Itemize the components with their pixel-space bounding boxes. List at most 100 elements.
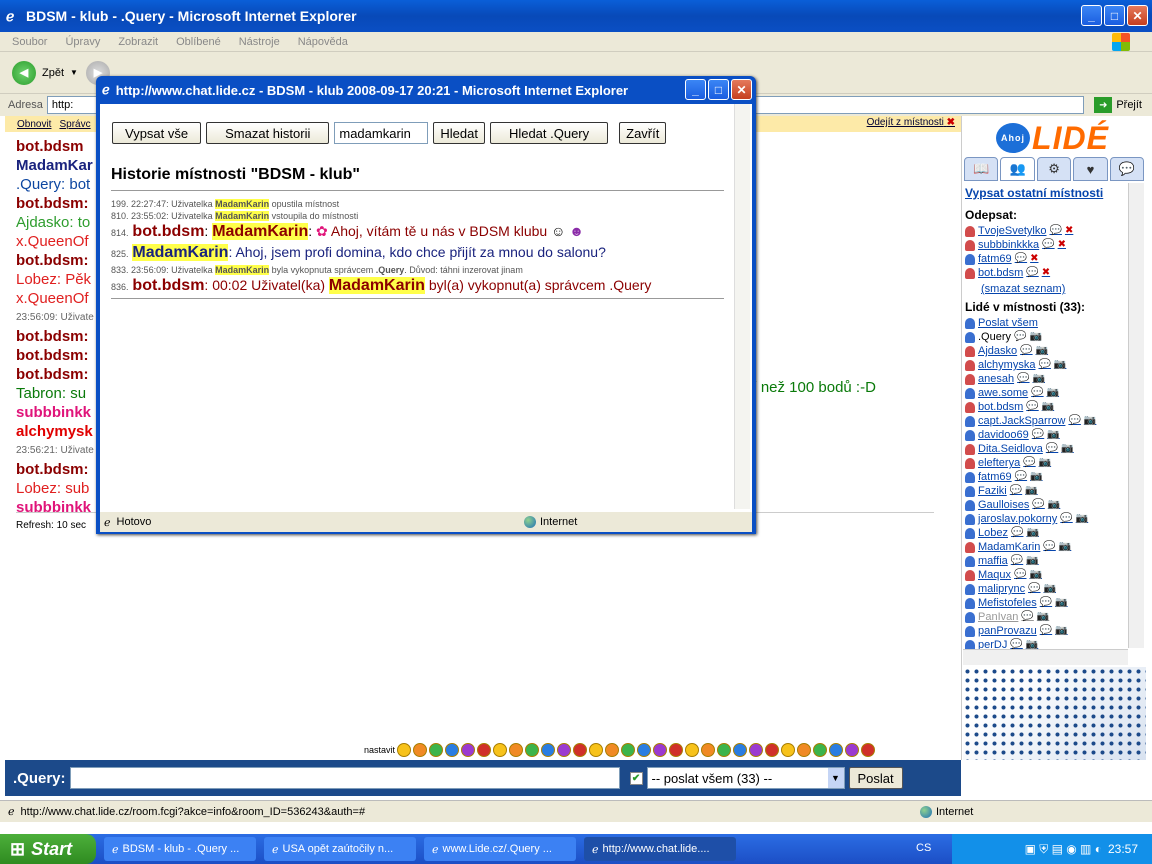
chat-bubble-icon[interactable]: 💬 xyxy=(1040,596,1052,610)
chat-bubble-icon[interactable]: 💬 xyxy=(1015,252,1027,266)
camera-icon[interactable]: 📷 xyxy=(1055,596,1067,610)
chat-bubble-icon[interactable]: 💬 xyxy=(1032,428,1044,442)
remove-x-icon[interactable]: ✖ xyxy=(1030,252,1038,266)
smiley-icon[interactable] xyxy=(509,743,524,757)
room-user[interactable]: MadamKarin 💬 📷 xyxy=(965,540,1125,554)
room-user[interactable]: capt.JackSparrow 💬 📷 xyxy=(965,414,1125,428)
chat-bubble-icon[interactable]: 💬 xyxy=(1038,358,1050,372)
odepsat-user[interactable]: bot.bdsm 💬 ✖ xyxy=(965,266,1125,280)
leave-room-link[interactable]: Odejít z místnosti ✖ xyxy=(867,117,955,128)
recipient-select[interactable]: -- poslat všem (33) -- ▼ xyxy=(646,767,845,789)
taskbar-item[interactable]: ℯ BDSM - klub - .Query ... xyxy=(104,837,256,861)
smiley-icon[interactable] xyxy=(429,743,444,757)
camera-icon[interactable]: 📷 xyxy=(1061,442,1073,456)
chat-bubble-icon[interactable]: 💬 xyxy=(1014,568,1026,582)
go-button[interactable]: ➜ Přejít xyxy=(1094,97,1142,113)
room-user[interactable]: fatm69 💬 📷 xyxy=(965,470,1125,484)
camera-icon[interactable]: 📷 xyxy=(1059,540,1071,554)
camera-icon[interactable]: 📷 xyxy=(1033,372,1045,386)
room-user[interactable]: awe.some 💬 📷 xyxy=(965,386,1125,400)
camera-icon[interactable]: 📷 xyxy=(1042,400,1054,414)
chat-bubble-icon[interactable]: 💬 xyxy=(1010,484,1022,498)
camera-icon[interactable]: 📷 xyxy=(1084,414,1096,428)
smiley-icon[interactable] xyxy=(813,743,828,757)
smiley-icon[interactable] xyxy=(701,743,716,757)
room-user[interactable]: elefterya 💬 📷 xyxy=(965,456,1125,470)
tab-book-icon[interactable]: 📖 xyxy=(964,157,999,181)
chat-bubble-icon[interactable]: 💬 xyxy=(1049,224,1061,238)
history-search-input[interactable]: madamkarin xyxy=(334,122,429,144)
smiley-icon[interactable] xyxy=(541,743,556,757)
language-indicator[interactable]: CS xyxy=(916,842,931,854)
room-user[interactable]: Faziki 💬 📷 xyxy=(965,484,1125,498)
taskbar-item[interactable]: ℯ USA opět zaútočily n... xyxy=(264,837,416,861)
room-user[interactable]: maliprync 💬 📷 xyxy=(965,582,1125,596)
odepsat-user[interactable]: fatm69 💬 ✖ xyxy=(965,252,1125,266)
menu-help[interactable]: Nápověda xyxy=(298,36,348,48)
chat-bubble-icon[interactable]: 💬 xyxy=(1011,554,1023,568)
camera-icon[interactable]: 📷 xyxy=(1039,456,1051,470)
smiley-icon[interactable] xyxy=(637,743,652,757)
camera-icon[interactable]: 📷 xyxy=(1055,624,1067,638)
show-all-button[interactable]: Vypsat vše xyxy=(112,122,202,144)
camera-icon[interactable]: 📷 xyxy=(1026,526,1038,540)
room-user[interactable]: alchymyska 💬 📷 xyxy=(965,358,1125,372)
camera-icon[interactable]: 📷 xyxy=(1029,330,1041,344)
chat-bubble-icon[interactable]: 💬 xyxy=(1043,540,1055,554)
chat-bubble-icon[interactable]: 💬 xyxy=(1014,330,1026,344)
smiley-icon[interactable] xyxy=(477,743,492,757)
room-user[interactable]: Ajdasko 💬 📷 xyxy=(965,344,1125,358)
smiley-icon[interactable] xyxy=(845,743,860,757)
taskbar-item[interactable]: ℯ http://www.chat.lide.... xyxy=(584,837,736,861)
odepsat-user[interactable]: TvojeSvetylko 💬 ✖ xyxy=(965,224,1125,238)
close-button[interactable]: ✕ xyxy=(1127,5,1148,26)
smiley-icon[interactable] xyxy=(797,743,812,757)
popup-maximize-button[interactable]: □ xyxy=(708,79,729,100)
chat-bubble-icon[interactable]: 💬 xyxy=(1040,624,1052,638)
camera-icon[interactable]: 📷 xyxy=(1044,582,1056,596)
camera-icon[interactable]: 📷 xyxy=(1047,428,1059,442)
chat-bubble-icon[interactable]: 💬 xyxy=(1023,456,1035,470)
smiley-icon[interactable] xyxy=(445,743,460,757)
room-user[interactable]: PanIvan 💬 📷 xyxy=(965,610,1125,624)
tab-heart-icon[interactable]: ♥ xyxy=(1073,157,1108,181)
camera-icon[interactable]: 📷 xyxy=(1054,358,1066,372)
chat-bubble-icon[interactable]: 💬 xyxy=(1060,512,1072,526)
chat-bubble-icon[interactable]: 💬 xyxy=(1032,498,1044,512)
chat-bubble-icon[interactable]: 💬 xyxy=(1026,266,1038,280)
chat-bubble-icon[interactable]: 💬 xyxy=(1068,414,1080,428)
refresh-link[interactable]: Obnovit xyxy=(17,119,51,130)
room-user[interactable]: Mefistofeles 💬 📷 xyxy=(965,596,1125,610)
chat-bubble-icon[interactable]: 💬 xyxy=(1020,344,1032,358)
other-rooms-link[interactable]: Vypsat ostatní místnosti xyxy=(965,186,1125,200)
admin-link[interactable]: Správc xyxy=(59,119,90,130)
smileys-settings-link[interactable]: nastavit xyxy=(364,745,395,755)
chat-bubble-icon[interactable]: 💬 xyxy=(1017,372,1029,386)
start-button[interactable]: ⊞ Start xyxy=(0,834,96,864)
chat-bubble-icon[interactable]: 💬 xyxy=(1015,470,1027,484)
camera-icon[interactable]: 📷 xyxy=(1048,498,1060,512)
search-button[interactable]: Hledat xyxy=(433,122,485,144)
smiley-icon[interactable] xyxy=(717,743,732,757)
menu-view[interactable]: Zobrazit xyxy=(118,36,158,48)
camera-icon[interactable]: 📷 xyxy=(1030,470,1042,484)
room-user[interactable]: anesah 💬 📷 xyxy=(965,372,1125,386)
remove-x-icon[interactable]: ✖ xyxy=(1058,238,1066,252)
chat-bubble-icon[interactable]: 💬 xyxy=(1028,582,1040,596)
room-user[interactable]: davidoo69 💬 📷 xyxy=(965,428,1125,442)
room-user[interactable]: panProvazu 💬 📷 xyxy=(965,624,1125,638)
popup-minimize-button[interactable]: _ xyxy=(685,79,706,100)
room-user[interactable]: Lobez 💬 📷 xyxy=(965,526,1125,540)
back-button[interactable]: ◀ Zpět ▼ xyxy=(12,60,78,85)
room-user[interactable]: Gaulloises 💬 📷 xyxy=(965,498,1125,512)
search-query-button[interactable]: Hledat .Query xyxy=(489,122,609,144)
smiley-icon[interactable] xyxy=(781,743,796,757)
chat-bubble-icon[interactable]: 💬 xyxy=(1031,386,1043,400)
taskbar-item[interactable]: ℯ www.Lide.cz/.Query ... xyxy=(424,837,576,861)
smiley-icon[interactable] xyxy=(493,743,508,757)
send-all-link[interactable]: Poslat všem xyxy=(965,316,1125,330)
chat-bubble-icon[interactable]: 💬 xyxy=(1021,610,1033,624)
smiley-icon[interactable] xyxy=(861,743,876,757)
clear-list-link[interactable]: (smazat seznam) xyxy=(981,282,1125,296)
clear-history-button[interactable]: Smazat historii xyxy=(206,122,330,144)
